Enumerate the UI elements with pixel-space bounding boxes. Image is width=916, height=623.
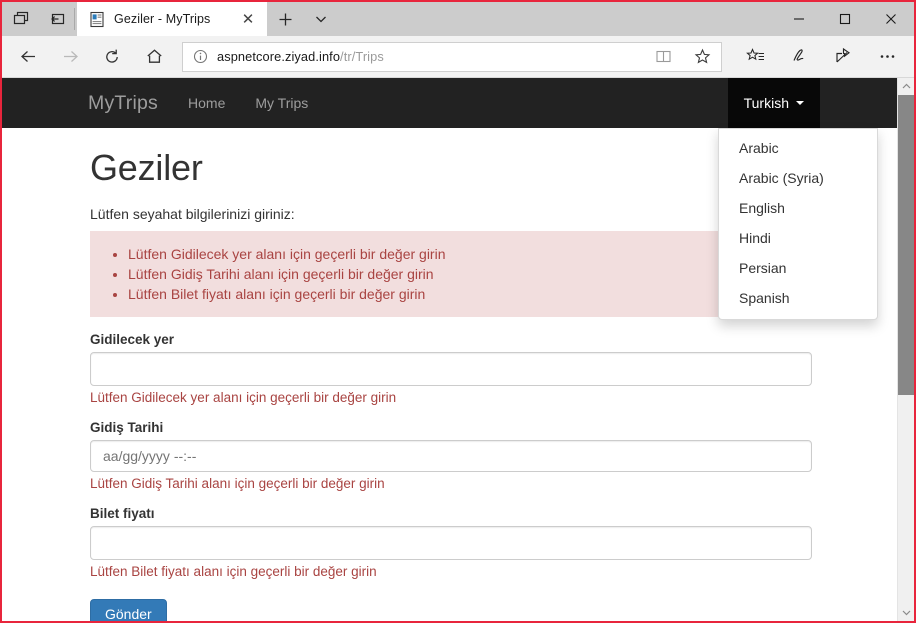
url-path: /tr/Trips <box>340 49 384 64</box>
page-scrollbar[interactable] <box>897 78 914 621</box>
tab-preview-icon[interactable] <box>10 8 32 30</box>
more-settings-icon[interactable] <box>866 40 908 74</box>
language-option-arabic-syria[interactable]: Arabic (Syria) <box>719 164 877 194</box>
browser-toolbar: aspnetcore.ziyad.info/tr/Trips <box>2 36 914 78</box>
address-bar[interactable]: aspnetcore.ziyad.info/tr/Trips <box>182 42 722 72</box>
home-button[interactable] <box>134 40 174 74</box>
nav-item-my-trips[interactable]: My Trips <box>240 78 323 128</box>
departure-date-input[interactable] <box>90 440 812 472</box>
departure-date-label: Gidiş Tarihi <box>90 420 812 435</box>
form-group-departure-date: Gidiş Tarihi Lütfen Gidiş Tarihi alanı i… <box>90 420 812 491</box>
validation-summary: Lütfen Gidilecek yer alanı için geçerli … <box>90 231 812 318</box>
destination-input[interactable] <box>90 352 812 386</box>
back-button[interactable] <box>8 40 48 74</box>
language-dropdown-menu: Arabic Arabic (Syria) English Hindi Pers… <box>718 128 878 320</box>
tab-list-chevron-down-icon[interactable] <box>303 2 339 36</box>
browser-window: Geziler - MyTrips ✕ <box>0 0 916 623</box>
ticket-price-error: Lütfen Bilet fiyatı alanı için geçerli b… <box>90 564 812 579</box>
language-current-label: Turkish <box>744 95 789 111</box>
language-dropdown-toggle[interactable]: Turkish <box>728 78 820 128</box>
site-info-icon[interactable] <box>193 49 208 64</box>
web-note-pen-icon[interactable] <box>778 40 820 74</box>
validation-summary-item: Lütfen Bilet fiyatı alanı için geçerli b… <box>128 284 797 304</box>
close-button[interactable] <box>868 2 914 35</box>
browser-titlebar: Geziler - MyTrips ✕ <box>2 2 914 36</box>
forward-button[interactable] <box>50 40 90 74</box>
favorites-hub-icon[interactable] <box>734 40 776 74</box>
share-icon[interactable] <box>822 40 864 74</box>
tab-close-icon[interactable]: ✕ <box>235 6 261 32</box>
trip-form: Gidilecek yer Lütfen Gidilecek yer alanı… <box>90 332 914 621</box>
destination-error: Lütfen Gidilecek yer alanı için geçerli … <box>90 390 812 405</box>
form-group-destination: Gidilecek yer Lütfen Gidilecek yer alanı… <box>90 332 812 405</box>
ticket-price-input[interactable] <box>90 526 812 560</box>
language-option-arabic[interactable]: Arabic <box>719 134 877 164</box>
new-tab-button[interactable] <box>267 2 303 36</box>
language-option-spanish[interactable]: Spanish <box>719 284 877 314</box>
site-favicon <box>89 11 106 28</box>
url-host: aspnetcore.ziyad.info <box>217 49 340 64</box>
validation-summary-item: Lütfen Gidiş Tarihi alanı için geçerli b… <box>128 264 797 284</box>
language-option-persian[interactable]: Persian <box>719 254 877 284</box>
reading-view-icon[interactable] <box>648 43 678 71</box>
page-viewport: MyTrips Home My Trips Turkish Arabic Ara… <box>2 78 914 621</box>
language-option-hindi[interactable]: Hindi <box>719 224 877 254</box>
destination-label: Gidilecek yer <box>90 332 812 347</box>
browser-tab[interactable]: Geziler - MyTrips ✕ <box>77 2 267 36</box>
tab-strip-controls <box>2 2 72 36</box>
language-option-english[interactable]: English <box>719 194 877 224</box>
submit-button[interactable]: Gönder <box>90 599 167 621</box>
departure-date-error: Lütfen Gidiş Tarihi alanı için geçerli b… <box>90 476 812 491</box>
validation-summary-item: Lütfen Gidilecek yer alanı için geçerli … <box>128 244 797 264</box>
ticket-price-label: Bilet fiyatı <box>90 506 812 521</box>
form-group-ticket-price: Bilet fiyatı Lütfen Bilet fiyatı alanı i… <box>90 506 812 579</box>
caret-down-icon <box>796 101 804 105</box>
scroll-down-arrow-icon[interactable] <box>898 604 914 621</box>
edge-toolbar-actions <box>730 40 908 74</box>
scroll-up-arrow-icon[interactable] <box>898 78 914 95</box>
tab-title: Geziler - MyTrips <box>114 12 227 26</box>
titlebar-divider <box>74 8 75 30</box>
navbar-right: Turkish <box>728 78 820 128</box>
nav-item-home[interactable]: Home <box>173 78 240 128</box>
maximize-button[interactable] <box>822 2 868 35</box>
set-aside-tabs-icon[interactable] <box>46 8 68 30</box>
site-navbar: MyTrips Home My Trips Turkish Arabic Ara… <box>2 78 914 128</box>
site-brand[interactable]: MyTrips <box>2 78 173 128</box>
window-controls <box>776 2 914 35</box>
favorite-star-icon[interactable] <box>687 43 717 71</box>
minimize-button[interactable] <box>776 2 822 35</box>
validation-summary-list: Lütfen Gidilecek yer alanı için geçerli … <box>90 244 797 305</box>
refresh-button[interactable] <box>92 40 132 74</box>
scrollbar-thumb[interactable] <box>898 95 914 395</box>
url-text: aspnetcore.ziyad.info/tr/Trips <box>217 49 639 64</box>
